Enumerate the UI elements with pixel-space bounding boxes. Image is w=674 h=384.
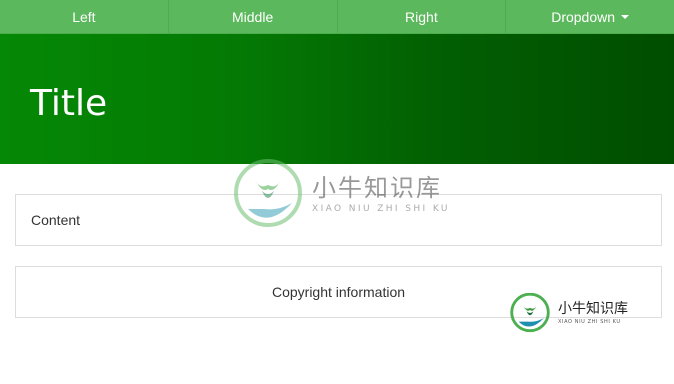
page-title: Title	[30, 83, 108, 124]
page: Left Middle Right Dropdown Title Content…	[0, 0, 674, 384]
content-panel: Content	[15, 194, 662, 246]
nav-item-dropdown-label: Dropdown	[551, 8, 616, 25]
nav-item-left[interactable]: Left	[0, 0, 169, 33]
nav-item-middle-label: Middle	[232, 8, 274, 25]
content-text: Content	[31, 212, 81, 228]
nav-item-right[interactable]: Right	[338, 0, 507, 33]
watermark-small-en-text: XIAO NIU ZHI SHI KU	[558, 319, 621, 325]
top-navbar: Left Middle Right Dropdown	[0, 0, 674, 34]
nav-item-dropdown[interactable]: Dropdown	[506, 0, 674, 33]
copyright-text: Copyright information	[271, 284, 406, 300]
caret-down-icon	[621, 14, 630, 19]
nav-item-right-label: Right	[405, 8, 438, 25]
footer-panel: Copyright information	[15, 266, 662, 318]
header-banner: Title	[0, 34, 674, 164]
nav-item-middle[interactable]: Middle	[169, 0, 338, 33]
nav-item-left-label: Left	[72, 8, 96, 25]
